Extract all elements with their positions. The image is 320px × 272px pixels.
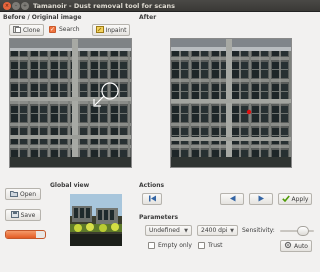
- search-checkbox[interactable]: ✓ Search: [49, 26, 80, 33]
- minimize-icon: –: [14, 2, 18, 9]
- auto-button[interactable]: Auto: [280, 240, 312, 252]
- trust-checkbox-box[interactable]: [198, 242, 205, 249]
- parameters-label: Parameters: [139, 214, 179, 221]
- actions-label: Actions: [139, 182, 165, 189]
- empty-only-checkbox[interactable]: Empty only: [148, 242, 192, 249]
- chevron-down-icon: ▼: [184, 227, 188, 234]
- auto-gear-icon: [284, 241, 292, 251]
- first-icon: [148, 195, 157, 204]
- save-button[interactable]: Save: [5, 209, 41, 221]
- open-label: Open: [19, 190, 37, 198]
- dust-marker: [246, 109, 252, 115]
- dpi-value: 2400 dpi: [201, 227, 228, 234]
- first-button[interactable]: [142, 193, 162, 205]
- sensitivity-slider[interactable]: [280, 226, 314, 236]
- apply-label: Apply: [291, 195, 309, 203]
- save-icon: [10, 210, 19, 220]
- inpaint-button[interactable]: Inpaint: [92, 24, 130, 36]
- window-close-button[interactable]: ×: [3, 2, 11, 10]
- after-label: After: [139, 14, 157, 21]
- clone-icon: [12, 25, 21, 35]
- global-view-label: Global view: [50, 182, 90, 189]
- window-maximize-button[interactable]: +: [21, 2, 29, 10]
- dust-selection-circle[interactable]: [101, 82, 119, 100]
- sensitivity-label: Sensitivity:: [242, 227, 275, 234]
- window-minimize-button[interactable]: –: [12, 2, 20, 10]
- clone-label: Clone: [22, 26, 41, 34]
- previous-button[interactable]: [220, 193, 244, 205]
- title-bar: × – + Tamanoir - Dust removal tool for s…: [0, 0, 320, 12]
- open-icon: [9, 190, 18, 199]
- before-label: Before / Original image: [3, 14, 82, 21]
- dpi-combo[interactable]: 2400 dpi ▼: [197, 225, 238, 236]
- search-label: Search: [59, 26, 80, 33]
- open-button[interactable]: Open: [5, 188, 41, 200]
- clone-button[interactable]: Clone: [9, 24, 44, 36]
- empty-only-label: Empty only: [158, 242, 192, 249]
- next-button[interactable]: [249, 193, 273, 205]
- inpaint-label: Inpaint: [105, 26, 127, 34]
- maximize-icon: +: [22, 2, 28, 9]
- window-title: Tamanoir - Dust removal tool for scans: [33, 2, 176, 10]
- save-label: Save: [20, 211, 36, 219]
- film-type-value: Undefined: [149, 227, 180, 234]
- empty-only-checkbox-box[interactable]: [148, 242, 155, 249]
- auto-label: Auto: [294, 242, 308, 250]
- progress-bar: [5, 230, 46, 239]
- global-view-thumbnail[interactable]: [70, 194, 122, 246]
- previous-icon: [229, 195, 236, 204]
- search-checkbox-box[interactable]: ✓: [49, 26, 56, 33]
- film-type-combo[interactable]: Undefined ▼: [145, 225, 192, 236]
- original-image-view[interactable]: [9, 38, 132, 168]
- next-icon: [258, 195, 265, 204]
- inpaint-icon: [95, 25, 104, 35]
- close-icon: ×: [4, 2, 10, 9]
- apply-check-icon: [281, 194, 290, 204]
- trust-label: Trust: [208, 242, 223, 249]
- corrected-image-view[interactable]: [170, 38, 292, 168]
- chevron-down-icon: ▼: [230, 227, 234, 234]
- progress-bar-fill: [6, 231, 37, 238]
- sensitivity-slider-handle[interactable]: [296, 226, 309, 236]
- dust-pointer-arrow-icon: [93, 95, 105, 107]
- trust-checkbox[interactable]: Trust: [198, 242, 223, 249]
- apply-button[interactable]: Apply: [278, 193, 312, 205]
